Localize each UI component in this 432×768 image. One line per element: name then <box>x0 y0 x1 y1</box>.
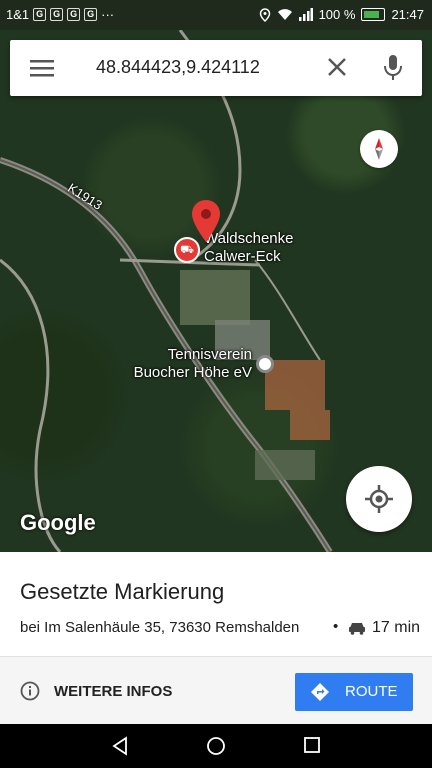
place-address: bei Im Salenhäule 35, 73630 Remshalden <box>20 619 300 636</box>
route-label: ROUTE <box>345 683 398 700</box>
more-info-label: WEITERE INFOS <box>54 682 173 700</box>
back-icon[interactable] <box>110 736 130 756</box>
directions-icon <box>311 683 329 701</box>
close-icon[interactable] <box>326 56 348 78</box>
menu-icon[interactable] <box>30 58 54 78</box>
system-nav-bar <box>0 724 432 768</box>
place-title: Gesetzte Markierung <box>20 579 225 604</box>
info-icon <box>20 681 40 701</box>
route-button[interactable]: ROUTE <box>295 673 413 711</box>
recents-icon[interactable] <box>303 736 321 754</box>
compass-button[interactable] <box>360 130 398 168</box>
wifi-icon <box>277 9 292 20</box>
map-view[interactable]: K1913 ⛟ Waldschenke Calwer-Eck Tennisver… <box>0 30 432 552</box>
google-logo: Google <box>20 510 96 535</box>
action-bar: WEITERE INFOS ROUTE <box>0 656 432 725</box>
carrier-label: 1&1 <box>6 7 30 22</box>
notification-icon: G <box>67 8 81 21</box>
battery-percent: 100 % <box>318 7 356 22</box>
notification-icon: G <box>84 8 98 21</box>
home-icon[interactable] <box>206 736 226 756</box>
signal-icon <box>298 8 313 21</box>
notification-icon: G <box>33 8 47 21</box>
poi-label-tennisverein[interactable]: Tennisverein Buocher Höhe eV <box>122 346 252 382</box>
poi-label-line: Buocher Höhe eV <box>133 364 252 381</box>
poi-marker[interactable] <box>256 355 274 373</box>
microphone-icon[interactable] <box>383 54 403 82</box>
crosshair-icon <box>365 485 393 513</box>
more-notifications: ··· <box>101 7 115 22</box>
my-location-button[interactable] <box>346 466 412 532</box>
search-input[interactable]: 48.844423,9.424112 <box>96 57 260 78</box>
battery-icon <box>361 8 386 21</box>
notification-icon: G <box>50 8 64 21</box>
location-icon <box>259 7 270 22</box>
car-icon <box>349 623 365 635</box>
separator-dot: • <box>333 618 339 635</box>
poi-label-line: Tennisverein <box>167 346 252 363</box>
status-bar: 1&1 G G G G ··· 100 % 21:47 <box>0 0 432 30</box>
map-pin-icon[interactable] <box>192 200 220 242</box>
poi-label-line: Calwer-Eck <box>204 248 281 265</box>
place-sheet[interactable]: Gesetzte Markierung bei Im Salenhäule 35… <box>0 552 432 658</box>
more-info-button[interactable]: WEITERE INFOS <box>20 681 172 701</box>
travel-time: 17 min <box>372 619 421 636</box>
search-bar[interactable]: 48.844423,9.424112 <box>10 40 422 96</box>
compass-icon <box>375 138 383 160</box>
clock: 21:47 <box>391 7 424 22</box>
